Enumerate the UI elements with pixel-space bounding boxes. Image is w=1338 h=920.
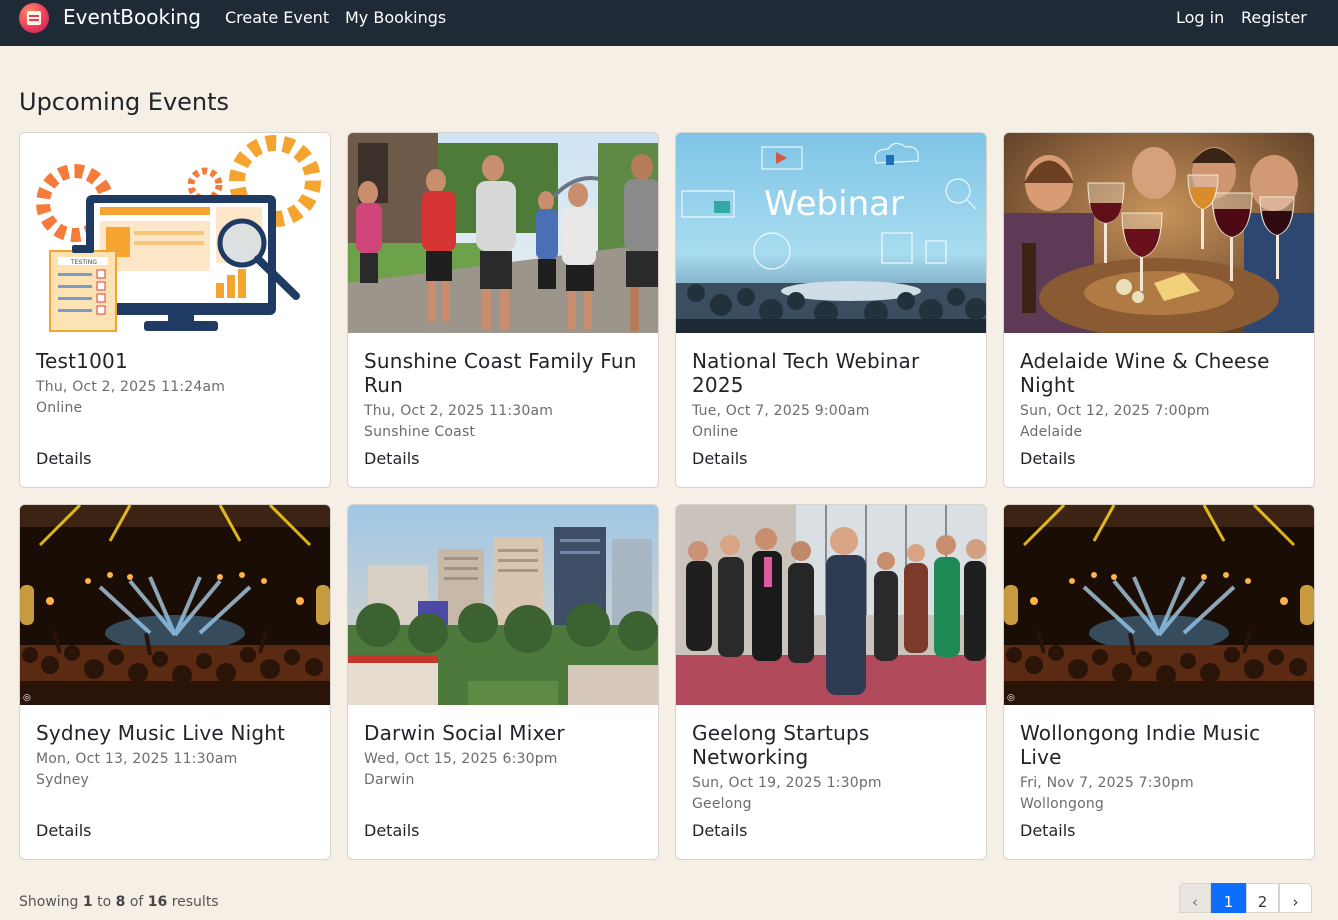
page-title: Upcoming Events [19,88,230,116]
event-date: Fri, Nov 7, 2025 7:30pm [1020,775,1194,791]
event-details-link[interactable]: Details [692,821,747,840]
event-title: Sydney Music Live Night Mon, Oct 13, 202… [36,721,321,791]
event-location: Darwin [364,772,415,788]
event-image-webinar[interactable]: Webinar [676,133,986,333]
brand-logo-icon[interactable] [19,3,49,33]
event-location: Sydney [36,772,90,788]
event-date: Tue, Oct 7, 2025 9:00am [692,403,870,419]
event-title-text: Geelong Startups Networking [692,721,870,769]
top-navbar: EventBooking Create Event My Bookings Lo… [0,0,1338,46]
image-credit-icon: ◎ [1007,693,1015,703]
event-card[interactable]: Adelaide Wine & Cheese Night Sun, Oct 12… [1003,132,1315,488]
event-card[interactable]: Darwin Social Mixer Wed, Oct 15, 2025 6:… [347,504,659,860]
event-details-link[interactable]: Details [364,449,419,468]
event-title: Wollongong Indie Music Live Fri, Nov 7, … [1020,721,1305,815]
results-to-word: to [97,894,112,910]
nav-register[interactable]: Register [1241,8,1307,27]
event-location: Sunshine Coast [364,424,476,440]
event-title: Adelaide Wine & Cheese Night Sun, Oct 12… [1020,349,1305,443]
event-location: Online [36,400,83,416]
event-location: Adelaide [1020,424,1083,440]
event-details-link[interactable]: Details [1020,449,1075,468]
event-title-text: Sunshine Coast Family Fun Run [364,349,637,397]
event-title: National Tech Webinar 2025 Tue, Oct 7, 2… [692,349,977,443]
event-card[interactable]: Webinar National Tech Webinar 2025 Tue, … [675,132,987,488]
results-total: 16 [147,894,168,910]
event-title-text: Sydney Music Live Night [36,721,286,745]
event-card[interactable]: ◎ Wollongong Indie Music Live Fri, Nov 7… [1003,504,1315,860]
event-title: Test1001 Thu, Oct 2, 2025 11:24am Online [36,349,321,419]
event-date: Thu, Oct 2, 2025 11:30am [364,403,554,419]
event-details-link[interactable]: Details [36,821,91,840]
event-details-link[interactable]: Details [364,821,419,840]
event-title-text: Darwin Social Mixer [364,721,565,745]
event-image-city[interactable] [348,505,658,705]
event-title-text: Wollongong Indie Music Live [1020,721,1261,769]
event-card[interactable]: TESTING Test1001 Thu, Oct 2, 2025 11:24a… [19,132,331,488]
event-image-testing[interactable]: TESTING [20,133,330,333]
event-image-wine[interactable] [1004,133,1314,333]
results-of-word: of [129,894,144,910]
event-image-concert[interactable]: ◎ [1004,505,1314,705]
event-title: Sunshine Coast Family Fun Run Thu, Oct 2… [364,349,649,443]
event-image-concert[interactable]: ◎ [20,505,330,705]
event-card[interactable]: ◎ Sydney Music Live Night Mon, Oct 13, 2… [19,504,331,860]
event-image-runners[interactable] [348,133,658,333]
event-date: Mon, Oct 13, 2025 11:30am [36,751,238,767]
svg-text:TESTING: TESTING [70,259,97,266]
event-date: Thu, Oct 2, 2025 11:24am [36,379,226,395]
nav-my-bookings[interactable]: My Bookings [345,8,446,27]
event-details-link[interactable]: Details [1020,821,1075,840]
event-title-text: National Tech Webinar 2025 [692,349,920,397]
event-title: Geelong Startups Networking Sun, Oct 19,… [692,721,977,815]
event-card[interactable]: Geelong Startups Networking Sun, Oct 19,… [675,504,987,860]
event-image-networking[interactable] [676,505,986,705]
nav-create-event[interactable]: Create Event [225,8,329,27]
event-date: Sun, Oct 12, 2025 7:00pm [1020,403,1210,419]
event-location: Online [692,424,739,440]
event-location: Geelong [692,796,752,812]
webinar-image-text: Webinar [764,184,904,224]
event-date: Sun, Oct 19, 2025 1:30pm [692,775,882,791]
results-to: 8 [115,894,126,910]
event-details-link[interactable]: Details [36,449,91,468]
results-summary: Showing 1 to 8 of 16 results [19,894,219,910]
image-credit-icon: ◎ [23,693,31,703]
event-title-text: Test1001 [36,349,128,373]
event-title-text: Adelaide Wine & Cheese Night [1020,349,1270,397]
event-title: Darwin Social Mixer Wed, Oct 15, 2025 6:… [364,721,649,791]
results-prefix: Showing [19,894,79,910]
results-suffix: results [171,894,219,910]
event-card[interactable]: Sunshine Coast Family Fun Run Thu, Oct 2… [347,132,659,488]
nav-login[interactable]: Log in [1176,8,1224,27]
brand-name[interactable]: EventBooking [63,5,201,29]
event-location: Wollongong [1020,796,1105,812]
event-date: Wed, Oct 15, 2025 6:30pm [364,751,558,767]
results-from: 1 [82,894,93,910]
event-details-link[interactable]: Details [692,449,747,468]
